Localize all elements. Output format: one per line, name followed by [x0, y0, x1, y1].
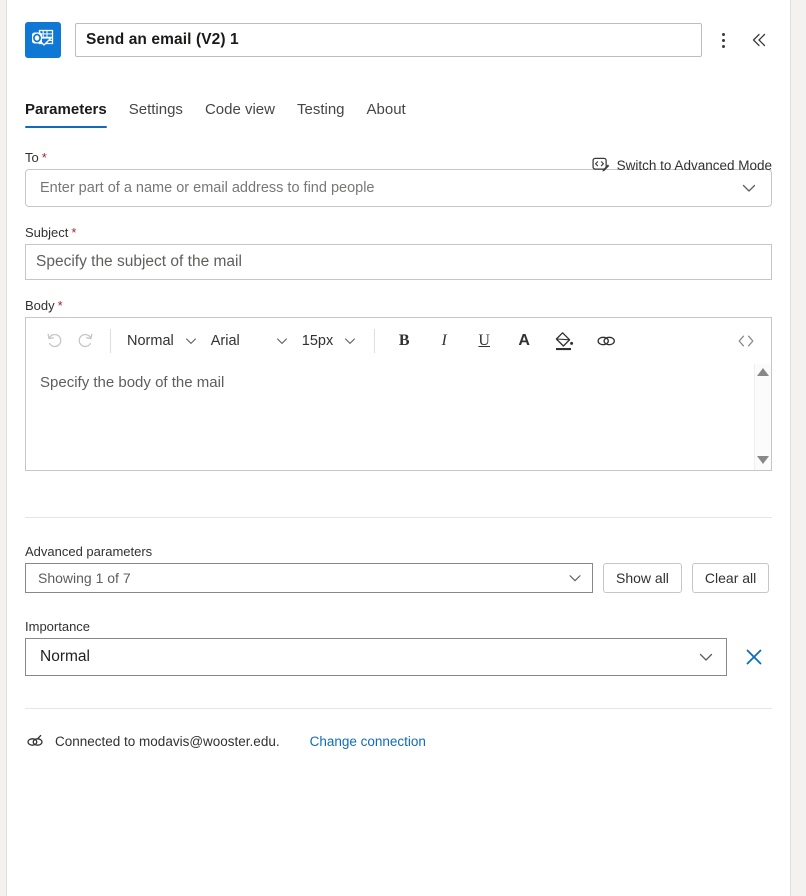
redo-icon[interactable]	[70, 326, 100, 356]
importance-label: Importance	[25, 619, 772, 634]
to-input[interactable]: Enter part of a name or email address to…	[25, 169, 772, 207]
importance-row: Normal	[25, 638, 772, 676]
chevron-down-icon	[566, 569, 584, 587]
underline-button[interactable]: U	[469, 326, 499, 356]
chevron-down-icon[interactable]	[739, 178, 759, 198]
code-edit-icon	[592, 156, 610, 174]
chevron-down-icon	[696, 647, 716, 667]
switch-to-advanced-mode-label: Switch to Advanced Mode	[616, 157, 772, 173]
rich-text-toolbar: Normal Arial 15px B I U A	[26, 318, 771, 364]
tab-settings[interactable]: Settings	[118, 101, 194, 128]
tab-about[interactable]: About	[356, 101, 417, 128]
show-all-label: Show all	[616, 570, 669, 586]
underline-label: U	[478, 332, 490, 349]
tab-code-view[interactable]: Code view	[194, 101, 286, 128]
card-tabs: Parameters Settings Code view Testing Ab…	[7, 90, 790, 128]
tab-label: Settings	[128, 101, 183, 118]
scroll-up-icon[interactable]	[757, 368, 769, 376]
tab-testing[interactable]: Testing	[286, 101, 356, 128]
scroll-down-icon[interactable]	[757, 456, 769, 464]
highlight-fill-icon[interactable]	[549, 326, 579, 356]
change-connection-link[interactable]: Change connection	[310, 734, 426, 749]
subject-placeholder: Specify the subject of the mail	[36, 253, 242, 270]
tab-parameters[interactable]: Parameters	[25, 101, 118, 128]
text-style-dropdown[interactable]: Normal	[121, 326, 205, 356]
connection-status-text: Connected to modavis@wooster.edu.	[55, 733, 280, 749]
subject-label-text: Subject	[25, 225, 69, 240]
required-asterisk: *	[57, 298, 63, 313]
card-header: Send an email (V2) 1	[7, 0, 790, 62]
toolbar-divider	[374, 329, 376, 353]
subject-input[interactable]: Specify the subject of the mail	[25, 244, 772, 280]
italic-label: I	[441, 332, 447, 349]
required-asterisk: *	[71, 225, 77, 240]
advanced-parameters-select[interactable]: Showing 1 of 7	[25, 563, 593, 593]
font-color-button[interactable]: A	[509, 326, 539, 356]
section-divider	[25, 517, 772, 518]
body-editor-area[interactable]: Specify the body of the mail	[26, 364, 771, 470]
footer-divider	[25, 708, 772, 709]
show-all-button[interactable]: Show all	[603, 563, 682, 593]
to-placeholder: Enter part of a name or email address to…	[40, 180, 375, 196]
tab-label: Testing	[296, 101, 345, 118]
chevron-down-icon	[342, 333, 358, 349]
advanced-parameters-section: Advanced parameters Showing 1 of 7 Show …	[7, 544, 790, 676]
code-brackets-icon[interactable]	[731, 326, 761, 356]
tab-label: Parameters	[25, 101, 107, 118]
chevron-down-icon	[274, 333, 290, 349]
action-title-input[interactable]: Send an email (V2) 1	[75, 23, 702, 57]
body-placeholder: Specify the body of the mail	[40, 374, 225, 391]
parameters-form: Switch to Advanced Mode To * Enter part …	[7, 150, 790, 471]
outlook-icon	[25, 22, 61, 58]
tab-label: Code view	[204, 101, 275, 118]
more-vertical-icon[interactable]	[708, 25, 738, 55]
importance-label-text: Importance	[25, 619, 91, 634]
font-color-label: A	[518, 332, 530, 349]
undo-icon[interactable]	[40, 326, 70, 356]
italic-button[interactable]: I	[429, 326, 459, 356]
importance-select[interactable]: Normal	[25, 638, 727, 676]
body-label-text: Body	[25, 298, 55, 313]
toolbar-divider	[110, 329, 111, 353]
body-label: Body *	[25, 298, 772, 313]
chevron-down-icon	[183, 333, 199, 349]
remove-importance-button[interactable]	[741, 644, 767, 670]
required-asterisk: *	[41, 150, 47, 165]
action-card-panel: Send an email (V2) 1 Parameters Settings…	[6, 0, 791, 896]
font-family-dropdown[interactable]: Arial	[205, 326, 296, 356]
advanced-parameters-row: Showing 1 of 7 Show all Clear all	[25, 563, 772, 593]
plug-link-icon	[25, 731, 47, 751]
advanced-parameters-value: Showing 1 of 7	[38, 570, 131, 586]
action-title-value: Send an email (V2) 1	[86, 31, 239, 48]
advanced-parameters-label-text: Advanced parameters	[25, 544, 153, 559]
to-label-text: To	[25, 150, 39, 165]
clear-all-label: Clear all	[704, 570, 757, 586]
link-icon[interactable]	[591, 326, 621, 356]
bold-label: B	[398, 332, 410, 349]
connection-footer: Connected to modavis@wooster.edu. Change…	[7, 731, 790, 751]
font-size-value: 15px	[301, 333, 334, 349]
text-style-value: Normal	[127, 333, 174, 349]
body-scrollbar[interactable]	[754, 364, 771, 470]
double-chevron-left-icon[interactable]	[744, 25, 774, 55]
advanced-parameters-label: Advanced parameters	[25, 544, 772, 559]
font-family-value: Arial	[210, 333, 240, 349]
tab-label: About	[366, 101, 406, 118]
importance-value: Normal	[40, 648, 90, 665]
clear-all-button[interactable]: Clear all	[691, 563, 770, 593]
font-size-dropdown[interactable]: 15px	[296, 326, 364, 356]
body-rich-text-editor: Normal Arial 15px B I U A Specify the bo…	[25, 317, 772, 471]
switch-to-advanced-mode-button[interactable]: Switch to Advanced Mode	[592, 156, 772, 174]
subject-label: Subject *	[25, 225, 772, 240]
bold-button[interactable]: B	[389, 326, 419, 356]
